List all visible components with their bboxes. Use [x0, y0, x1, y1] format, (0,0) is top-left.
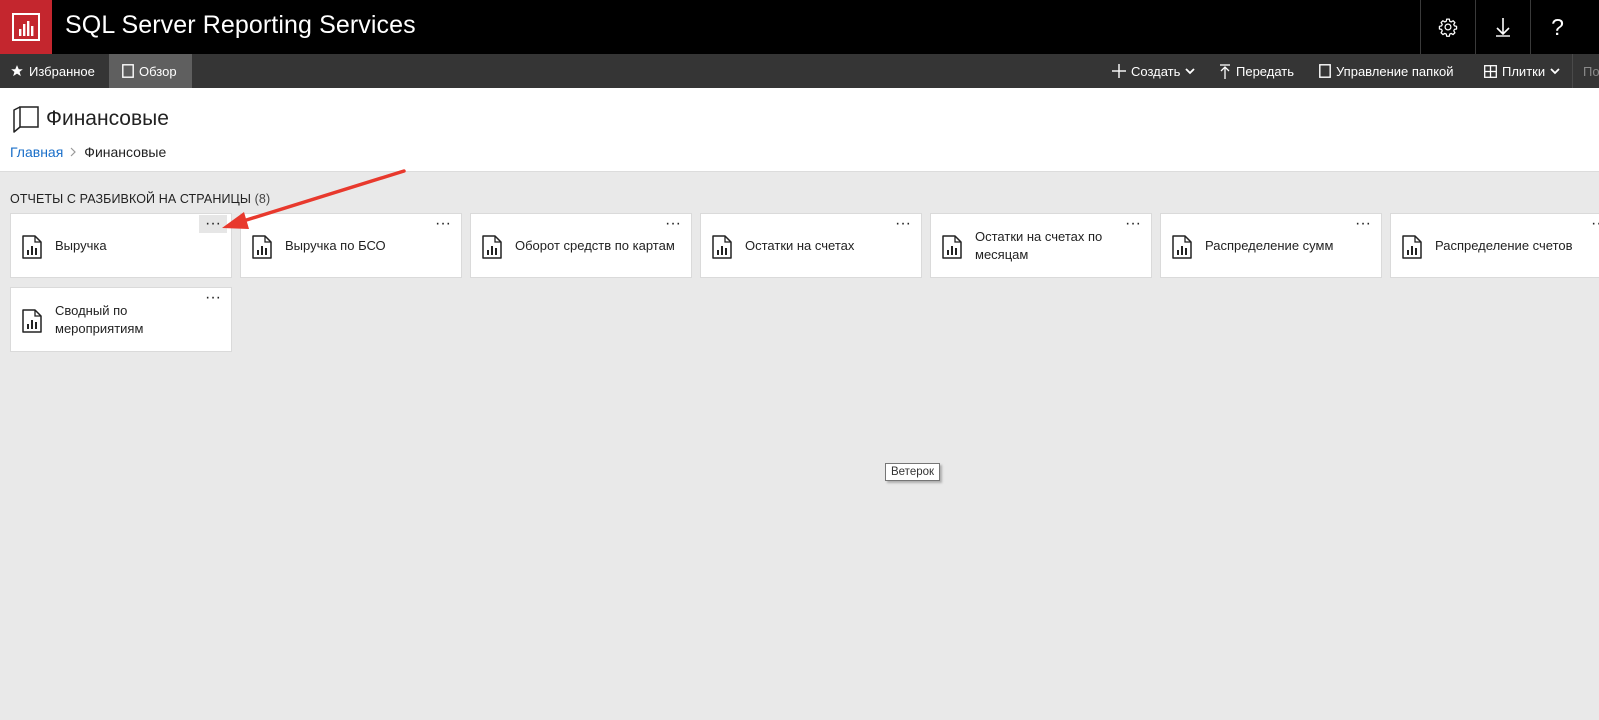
browse-nav[interactable]: Обзор: [109, 54, 192, 88]
report-icon: [942, 235, 962, 264]
tile-more-button[interactable]: ···: [1119, 215, 1147, 233]
folder-header: Финансовые Главная Финансовые: [0, 88, 1599, 172]
report-tile[interactable]: Выручка ···: [10, 213, 232, 278]
report-icon: [22, 235, 42, 264]
browse-label: Обзор: [139, 63, 177, 79]
gear-icon: [1438, 18, 1457, 37]
upload-label: Передать: [1236, 63, 1295, 79]
view-mode-label: Плитки: [1502, 63, 1546, 79]
help-icon: ?: [1551, 13, 1564, 40]
download-button[interactable]: [1475, 0, 1529, 54]
report-tile[interactable]: Остатки на счетах ···: [700, 213, 922, 278]
report-tile-label: Остатки на счетах по месяцам: [975, 228, 1103, 262]
upload-button[interactable]: Передать: [1219, 54, 1294, 88]
create-label: Создать: [1131, 63, 1181, 79]
tile-more-button[interactable]: ···: [659, 215, 687, 233]
favorites-label: Избранное: [29, 63, 95, 79]
report-tile[interactable]: Остатки на счетах по месяцам ···: [930, 213, 1152, 278]
report-tile-label: Выручка: [55, 237, 107, 253]
report-tile[interactable]: Распределение сумм ···: [1160, 213, 1382, 278]
nav-bar: Избранное Обзор Создать Передать Управле…: [0, 54, 1599, 88]
report-icon: [22, 309, 42, 338]
manage-folder-button[interactable]: Управление папкой: [1319, 54, 1454, 88]
report-icon: [1172, 235, 1192, 264]
document-icon: [1319, 64, 1331, 78]
plus-icon: [1112, 64, 1126, 78]
view-mode-menu[interactable]: Плитки: [1484, 54, 1560, 88]
ssrs-logo-icon[interactable]: [0, 0, 52, 54]
breadcrumb: Главная Финансовые: [10, 144, 166, 160]
chevron-down-icon: [1550, 68, 1560, 75]
report-tile-label: Распределение счетов: [1435, 237, 1573, 253]
tile-more-button[interactable]: ···: [1349, 215, 1377, 233]
manage-folder-label: Управление папкой: [1336, 63, 1454, 79]
search-input[interactable]: По: [1572, 54, 1599, 88]
search-placeholder: По: [1583, 63, 1599, 79]
report-icon: [1402, 235, 1422, 264]
report-icon: [712, 235, 732, 264]
settings-button[interactable]: [1420, 0, 1474, 54]
report-tile-label: Выручка по БСО: [285, 237, 386, 253]
report-icon: [252, 235, 272, 264]
section-title-text: ОТЧЕТЫ С РАЗБИВКОЙ НА СТРАНИЦЫ: [10, 192, 252, 206]
tile-more-button[interactable]: ···: [1585, 215, 1599, 233]
page-title: Финансовые: [46, 107, 169, 130]
report-tile-label: Сводный по мероприятиям: [55, 302, 144, 336]
tile-more-button[interactable]: ···: [429, 215, 457, 233]
chevron-down-icon: [1185, 68, 1196, 75]
report-tile[interactable]: Сводный по мероприятиям ···: [10, 287, 232, 352]
breadcrumb-home-link[interactable]: Главная: [10, 144, 63, 160]
create-menu[interactable]: Создать: [1112, 54, 1196, 88]
report-icon: [482, 235, 502, 264]
help-button[interactable]: ?: [1530, 0, 1584, 54]
report-tile[interactable]: Распределение счетов ···: [1390, 213, 1599, 278]
section-title: ОТЧЕТЫ С РАЗБИВКОЙ НА СТРАНИЦЫ (8): [10, 192, 270, 206]
tile-more-button[interactable]: ···: [889, 215, 917, 233]
tile-more-button[interactable]: ···: [199, 289, 227, 307]
report-tile[interactable]: Оборот средств по картам ···: [470, 213, 692, 278]
document-icon: [122, 64, 134, 78]
folder-icon: [13, 106, 39, 133]
chevron-right-icon: [70, 147, 77, 157]
report-tile-label: Оборот средств по картам: [515, 237, 675, 253]
section-count: (8): [254, 192, 271, 206]
favorites-nav[interactable]: Избранное: [10, 54, 95, 88]
tile-more-button[interactable]: ···: [199, 215, 227, 233]
report-tile[interactable]: Выручка по БСО ···: [240, 213, 462, 278]
app-title: SQL Server Reporting Services: [65, 11, 416, 39]
tiles-icon: [1484, 64, 1497, 78]
breadcrumb-current: Финансовые: [84, 144, 167, 160]
download-icon: [1495, 18, 1510, 37]
report-tile-label: Остатки на счетах: [745, 237, 855, 253]
report-tile-label: Распределение сумм: [1205, 237, 1334, 253]
star-icon: [11, 65, 23, 77]
upload-icon: [1220, 63, 1230, 79]
tooltip: Ветерок: [885, 463, 941, 481]
top-bar: SQL Server Reporting Services ?: [0, 0, 1599, 54]
